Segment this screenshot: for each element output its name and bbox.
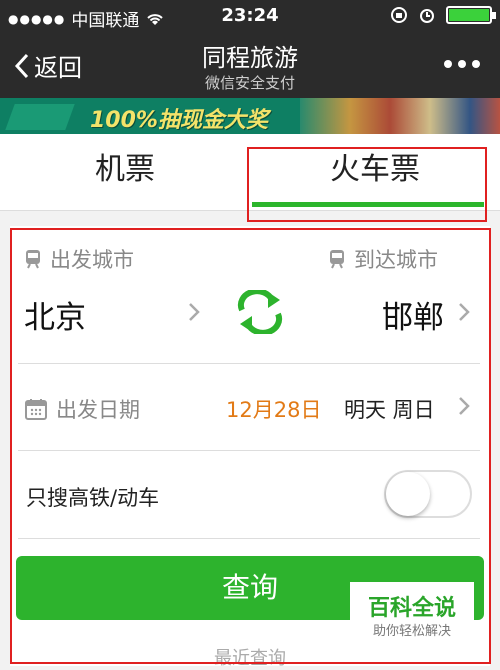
arrive-city[interactable]: 邯郸: [382, 292, 444, 337]
active-tab-indicator: [252, 202, 484, 207]
swap-cities-icon[interactable]: [232, 290, 288, 334]
train-icon: [26, 250, 40, 269]
date-label: 出发日期: [24, 394, 140, 424]
alarm-icon: [420, 9, 434, 23]
tab-train[interactable]: 火车票: [250, 134, 500, 210]
depart-city[interactable]: 北京: [24, 292, 86, 337]
banner-text: 100%抽现金大奖: [90, 108, 268, 133]
promo-banner[interactable]: 100%抽现金大奖: [0, 98, 500, 134]
arrive-city-label: 到达城市: [328, 244, 438, 274]
calendar-icon: [25, 399, 47, 420]
depart-city-label: 出发城市: [24, 244, 134, 274]
toggle-knob: [386, 472, 430, 516]
tab-flight[interactable]: 机票: [0, 134, 250, 210]
chevron-right-icon: [459, 303, 470, 321]
recent-searches-label: 最近查询: [214, 648, 286, 669]
chevron-right-icon: [189, 303, 200, 321]
date-weekday[interactable]: 明天 周日: [344, 394, 435, 424]
battery-icon: [446, 6, 496, 24]
divider: [18, 363, 480, 364]
nav-bar: 返回 同程旅游 微信安全支付: [0, 32, 500, 98]
divider: [18, 450, 480, 451]
high-speed-toggle[interactable]: [384, 470, 472, 518]
divider: [18, 538, 480, 539]
ticket-tabs: 机票 火车票: [0, 134, 500, 211]
banner-decoration: [5, 104, 75, 130]
status-right: [390, 6, 496, 24]
page-subtitle: 微信安全支付: [204, 74, 295, 92]
watermark-title: 百科全说: [367, 596, 456, 621]
watermark-subtitle: 助你轻松解决: [372, 624, 451, 639]
status-bar: ●●●●● 中国联通 23:24: [0, 0, 500, 32]
train-icon: [330, 250, 344, 269]
more-menu-button[interactable]: [444, 60, 480, 68]
banner-illustration: [300, 98, 500, 134]
date-value[interactable]: 12月28日: [226, 394, 321, 424]
rotation-lock-icon: [391, 7, 407, 23]
high-speed-label: 只搜高铁/动车: [26, 486, 160, 510]
watermark: 百科全说 助你轻松解决: [350, 582, 474, 640]
chevron-right-icon: [459, 397, 470, 415]
page-title: 同程旅游: [202, 44, 298, 72]
